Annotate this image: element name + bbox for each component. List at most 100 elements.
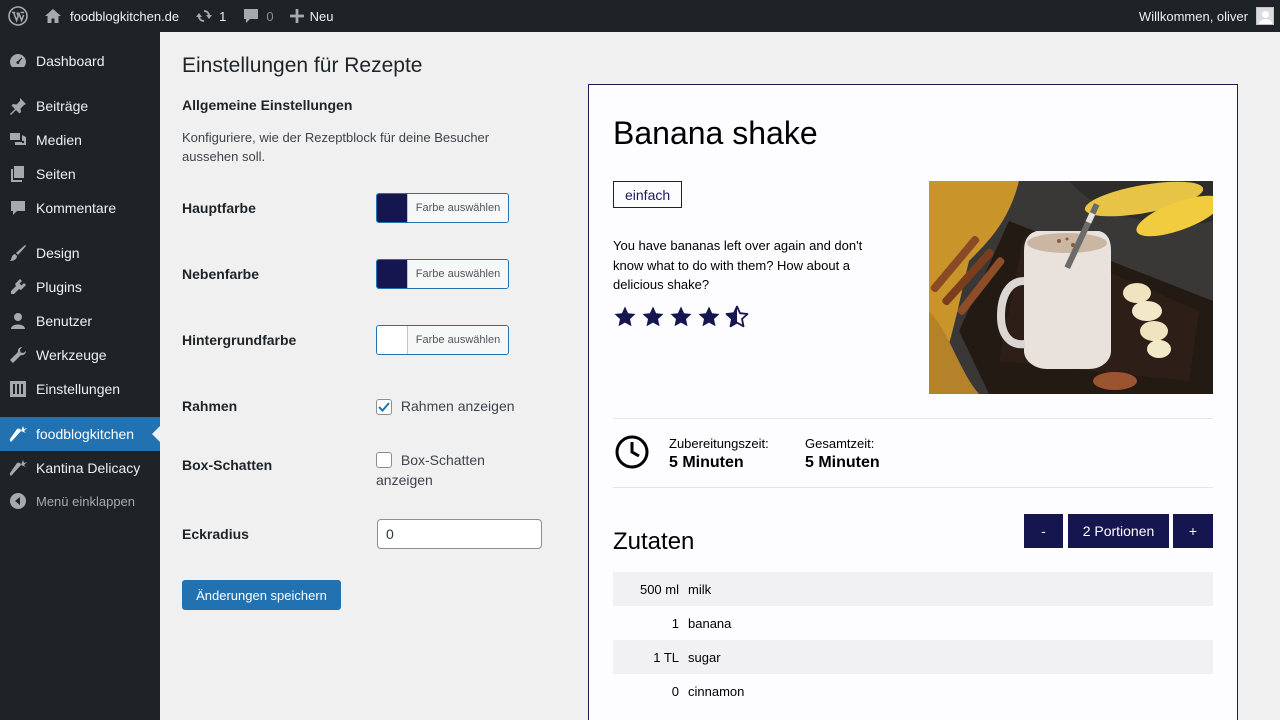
comment-icon	[8, 198, 28, 218]
sidebar-item-kantina-delicacy[interactable]: Kantina Delicacy	[0, 451, 160, 485]
ingredient-name: cinnamon	[688, 684, 745, 699]
choose-color-label: Farbe auswählen	[408, 326, 508, 354]
collapse-icon	[8, 491, 28, 511]
sidebar-item-dashboard[interactable]: Dashboard	[0, 44, 160, 78]
ingredient-quantity: 0	[671, 684, 679, 699]
border-checkbox-label[interactable]: Rahmen anzeigen	[401, 398, 515, 414]
sidebar-item-label: Kantina Delicacy	[36, 460, 141, 476]
background-color-label: Hintergrundfarbe	[182, 332, 297, 348]
sidebar-item-einstellungen[interactable]: Einstellungen	[0, 372, 160, 406]
sidebar-item-kommentare[interactable]: Kommentare	[0, 191, 160, 225]
radius-label: Eckradius	[182, 526, 249, 542]
radius-input[interactable]	[377, 519, 542, 549]
secondary-color-picker[interactable]: Farbe auswählen	[376, 259, 509, 289]
recipe-title: Banana shake	[613, 115, 818, 151]
servings-minus-button[interactable]: -	[1024, 514, 1063, 548]
sidebar-item-label: Kommentare	[36, 200, 117, 216]
ingredient-row: 0 cinnamon	[613, 674, 1213, 708]
save-button[interactable]: Änderungen speichern	[182, 580, 341, 610]
plugin-icon	[8, 277, 28, 297]
prep-time-value: 5 Minuten	[669, 454, 744, 471]
shadow-checkbox-label[interactable]: Box-Schatten anzeigen	[376, 452, 485, 488]
shadow-checkbox[interactable]	[376, 452, 392, 468]
star-icon[interactable]	[613, 305, 637, 329]
star-half-icon[interactable]	[725, 305, 749, 329]
sidebar-item-label: Einstellungen	[36, 381, 121, 397]
comments-count: 0	[266, 8, 274, 24]
background-color-picker[interactable]: Farbe auswählen	[376, 325, 509, 355]
media-icon	[8, 130, 28, 150]
border-label: Rahmen	[182, 398, 238, 414]
ingredient-name: milk	[688, 582, 712, 597]
page-title: Einstellungen für Rezepte	[182, 54, 423, 77]
prep-time-label: Zubereitungszeit:	[669, 436, 769, 451]
site-name-link[interactable]: foodblogkitchen.de	[36, 0, 187, 32]
sidebar-item-design[interactable]: Design	[0, 236, 160, 270]
admin-sidebar: Dashboard Beiträge Medien Seiten Komment…	[0, 32, 160, 720]
recipe-description: You have bananas left over again and don…	[613, 238, 863, 292]
ingredient-quantity: 1 TL	[653, 650, 679, 665]
pin-icon	[8, 96, 28, 116]
settings-description: Konfiguriere, wie der Rezeptblock für de…	[182, 130, 490, 164]
sidebar-item-werkzeuge[interactable]: Werkzeuge	[0, 338, 160, 372]
rating-stars[interactable]	[613, 305, 749, 329]
main-color-label: Hauptfarbe	[182, 200, 256, 216]
pages-icon	[8, 164, 28, 184]
sidebar-item-plugins[interactable]: Plugins	[0, 270, 160, 304]
star-icon[interactable]	[641, 305, 665, 329]
sidebar-item-label: foodblogkitchen	[36, 426, 135, 442]
border-checkbox[interactable]	[376, 399, 392, 415]
refresh-icon	[196, 9, 213, 23]
choose-color-label: Farbe auswählen	[408, 260, 508, 288]
home-icon	[45, 9, 61, 23]
recipe-preview-card: Banana shake einfach You have bananas le…	[588, 84, 1238, 720]
carrot-icon	[8, 424, 28, 444]
sidebar-item-beitraege[interactable]: Beiträge	[0, 89, 160, 123]
wordpress-logo-icon[interactable]	[0, 0, 36, 32]
servings-plus-button[interactable]: +	[1173, 514, 1213, 548]
plus-icon	[289, 9, 304, 23]
dashboard-icon	[8, 51, 28, 71]
divider	[613, 487, 1213, 488]
total-time-label: Gesamtzeit:	[805, 436, 875, 451]
welcome-text: Willkommen, oliver	[1138, 8, 1248, 24]
sidebar-item-label: Werkzeuge	[36, 347, 107, 363]
account-menu[interactable]: Willkommen, oliver	[1131, 0, 1280, 32]
difficulty-badge: einfach	[613, 181, 683, 208]
sidebar-item-label: Plugins	[36, 279, 82, 295]
sidebar-item-label: Design	[36, 245, 80, 261]
ingredient-row: 500 ml milk	[613, 572, 1213, 606]
choose-color-label: Farbe auswählen	[408, 194, 508, 222]
ingredients-title: Zutaten	[613, 528, 695, 555]
comments-link[interactable]: 0	[234, 0, 281, 32]
sidebar-item-label: Medien	[36, 132, 82, 148]
main-color-picker[interactable]: Farbe auswählen	[376, 193, 509, 223]
checkmark-icon	[378, 402, 390, 412]
sidebar-item-label: Beiträge	[36, 98, 89, 114]
background-color-swatch	[377, 326, 408, 354]
settings-icon	[8, 379, 28, 399]
ingredient-row: 1 banana	[613, 606, 1213, 640]
clock-icon	[615, 435, 649, 469]
sidebar-item-benutzer[interactable]: Benutzer	[0, 304, 160, 338]
sidebar-collapse-menu[interactable]: Menü einklappen	[0, 484, 160, 518]
avatar	[1256, 7, 1274, 25]
main-color-swatch	[377, 194, 408, 222]
servings-button[interactable]: 2 Portionen	[1068, 514, 1169, 548]
star-icon[interactable]	[669, 305, 693, 329]
carrot-icon	[8, 458, 28, 478]
shadow-label: Box-Schatten	[182, 457, 273, 473]
new-content-link[interactable]: Neu	[282, 0, 342, 32]
divider	[613, 418, 1213, 419]
shadow-option: Box-Schatten anzeigen	[376, 450, 526, 490]
sidebar-item-medien[interactable]: Medien	[0, 123, 160, 157]
recipe-image	[929, 181, 1213, 394]
secondary-color-label: Nebenfarbe	[182, 266, 260, 282]
ingredient-row: 1 TL sugar	[613, 640, 1213, 674]
star-icon[interactable]	[697, 305, 721, 329]
sidebar-item-foodblogkitchen[interactable]: foodblogkitchen	[0, 417, 160, 451]
new-label: Neu	[309, 8, 334, 24]
section-title: Allgemeine Einstellungen	[182, 97, 353, 113]
sidebar-item-seiten[interactable]: Seiten	[0, 157, 160, 191]
updates-link[interactable]: 1	[187, 0, 234, 32]
